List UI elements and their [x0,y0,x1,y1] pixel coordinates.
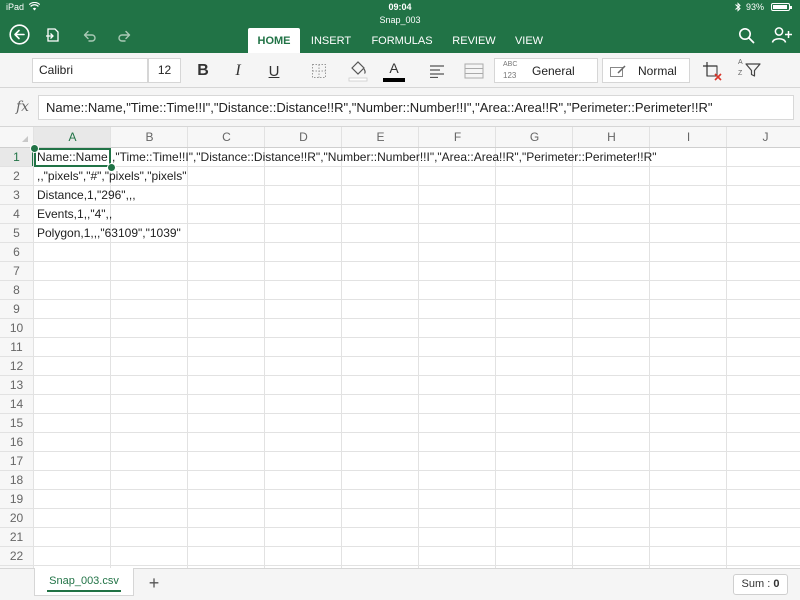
cell-a5[interactable]: Polygon,1,,,"63109","1039" [34,224,181,243]
row-header-17[interactable]: 17 [0,452,33,471]
undo-icon[interactable] [79,25,99,45]
search-icon[interactable] [736,25,756,45]
ribbon-tab-bar: HOME INSERT FORMULAS REVIEW VIEW [0,23,800,53]
row-header-21[interactable]: 21 [0,528,33,547]
excel-app: iPad 09:04 93% Snap_003 HOME INSERT FORM… [0,0,800,600]
battery-icon [771,3,792,11]
row-header-20[interactable]: 20 [0,509,33,528]
row-header-4[interactable]: 4 [0,205,33,224]
row-header-11[interactable]: 11 [0,338,33,357]
selection-handle-top-left[interactable] [30,144,39,153]
add-sheet-button[interactable]: + [142,571,166,595]
number-format-value: General [532,64,575,78]
row-header-3[interactable]: 3 [0,186,33,205]
cell-a1[interactable]: Name::Name [34,148,110,167]
borders-icon[interactable] [308,61,330,81]
selection-handle-bottom-right[interactable] [107,163,116,172]
sort-a-label: A [738,59,743,66]
font-color-glyph: A [389,60,399,76]
row-header-2[interactable]: 2 [0,167,33,186]
sum-label: Sum : [741,578,771,590]
row-header-12[interactable]: 12 [0,357,33,376]
column-header-f[interactable]: F [419,127,496,148]
cell-style-value: Normal [638,64,677,78]
cell-a3[interactable]: Distance,1,"296",,, [34,186,136,205]
tab-review[interactable]: REVIEW [446,28,502,53]
row-header-6[interactable]: 6 [0,243,33,262]
align-icon[interactable] [426,61,448,81]
row-header-7[interactable]: 7 [0,262,33,281]
formula-input[interactable]: Name::Name,"Time::Time!!I","Distance::Di… [38,95,794,120]
row-header-22[interactable]: 22 [0,547,33,566]
column-header-e[interactable]: E [342,127,419,148]
underline-button[interactable]: U [264,59,284,83]
column-header-b[interactable]: B [111,127,188,148]
column-header-g[interactable]: G [496,127,573,148]
row-header-5[interactable]: 5 [0,224,33,243]
column-header-i[interactable]: I [650,127,727,148]
cell-style-dropdown[interactable]: Normal [602,58,690,83]
cell-a4[interactable]: Events,1,,"4",, [34,205,112,224]
column-header-j[interactable]: J [727,127,800,148]
column-header-c[interactable]: C [188,127,265,148]
fill-color-icon[interactable] [346,58,370,84]
row-header-9[interactable]: 9 [0,300,33,319]
status-bar: iPad 09:04 93% [0,0,800,14]
insert-delete-cells-icon[interactable] [700,59,724,83]
wrap-merge-icon[interactable] [462,61,486,81]
sort-z-label: Z [738,70,743,77]
tab-formulas[interactable]: FORMULAS [364,28,440,53]
sum-indicator[interactable]: Sum : 0 [733,574,788,595]
redo-icon[interactable] [115,25,135,45]
italic-button[interactable]: I [228,59,248,83]
bold-button[interactable]: B [192,59,214,83]
number-format-dropdown[interactable]: ABC 123 General [494,58,598,83]
share-doc-icon[interactable] [42,25,62,45]
sum-value: 0 [773,578,780,590]
row-header-16[interactable]: 16 [0,433,33,452]
sort-filter-icon[interactable]: A Z [736,59,764,83]
font-name-field[interactable]: Calibri [32,58,148,83]
row-header-10[interactable]: 10 [0,319,33,338]
font-size-field[interactable]: 12 [148,58,181,83]
row-header-8[interactable]: 8 [0,281,33,300]
row-header-13[interactable]: 13 [0,376,33,395]
fx-icon[interactable]: fx [16,99,29,115]
column-header-d[interactable]: D [265,127,342,148]
bluetooth-icon [735,2,741,14]
number-format-badge-bottom: 123 [503,71,517,80]
cell-a1-overflow: ,"Time::Time!!I","Distance::Distance!!R"… [112,150,657,164]
row-header-14[interactable]: 14 [0,395,33,414]
column-header-a[interactable]: A [34,127,111,148]
tab-insert[interactable]: INSERT [304,28,358,53]
add-person-icon[interactable] [770,25,794,45]
font-color-swatch [383,78,405,82]
clock: 09:04 [388,2,412,12]
spreadsheet-grid[interactable]: ABCDEFGHIJ 1 2 3 4 5 6 7 8 9 10 11 12 13 14 15 16 17 18 19… [0,127,800,568]
battery-percent: 93% [746,2,765,12]
font-color-button[interactable]: A [382,58,406,84]
column-header-h[interactable]: H [573,127,650,148]
cell-style-icon [610,65,626,80]
sheet-bar: Snap_003.csv + Sum : 0 [0,568,800,600]
row-header-1[interactable]: 1 [0,148,33,167]
home-toolbar: Calibri 12 B I U A ABC 123 General Norma… [0,53,800,88]
row-header-19[interactable]: 19 [0,490,33,509]
row-header-18[interactable]: 18 [0,471,33,490]
tab-home[interactable]: HOME [248,28,300,53]
back-circle-icon[interactable] [8,23,30,45]
formula-bar: fx Name::Name,"Time::Time!!I","Distance:… [0,88,800,127]
tab-view[interactable]: VIEW [508,28,550,53]
row-header-15[interactable]: 15 [0,414,33,433]
sheet-tab[interactable]: Snap_003.csv [34,568,134,596]
number-format-badge-top: ABC [503,61,518,68]
